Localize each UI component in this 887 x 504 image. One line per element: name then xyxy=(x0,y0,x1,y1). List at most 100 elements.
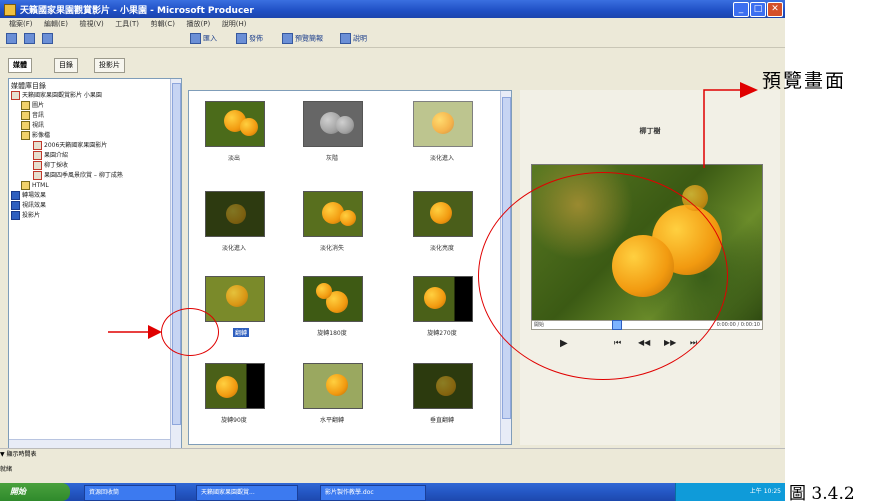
effect-tile[interactable]: 水平翻轉 xyxy=(299,363,365,424)
minimize-button[interactable]: _ xyxy=(733,2,749,17)
tree-item-clip[interactable]: 果園介紹 xyxy=(33,151,68,161)
effect-tile[interactable]: 淡化進入 xyxy=(409,101,475,162)
pane-tabs: 媒體 目錄 投影片 xyxy=(0,56,200,73)
effect-thumbnail xyxy=(413,191,473,237)
folder-icon xyxy=(21,181,30,190)
tree-item-clip[interactable]: 果園四季風景欣賞 – 柳丁成熟 xyxy=(33,171,123,181)
annotation-arrow-left xyxy=(108,325,162,339)
preview-annotation-label: 預覽畫面 xyxy=(762,70,847,92)
selection-annotation-circle xyxy=(161,308,219,356)
folder-icon xyxy=(21,121,30,130)
effect-thumbnail xyxy=(303,363,363,409)
effect-label: 旋轉180度 xyxy=(317,330,347,337)
maximize-button[interactable]: □ xyxy=(750,2,766,17)
tree-item-html[interactable]: HTML xyxy=(21,181,49,191)
effect-thumbnail xyxy=(205,276,265,322)
effect-thumbnail xyxy=(413,363,473,409)
menu-edit[interactable]: 編輯(E) xyxy=(44,18,68,30)
preview-icon xyxy=(282,33,293,44)
effect-label: 淡出 xyxy=(227,155,240,162)
menu-file[interactable]: 檔案(F) xyxy=(9,18,33,30)
save-icon xyxy=(42,33,53,44)
save-button[interactable] xyxy=(42,33,55,44)
open-button[interactable] xyxy=(24,33,37,44)
effect-tile[interactable]: 旋轉270度 xyxy=(409,276,475,337)
effect-tile[interactable]: 旋轉90度 xyxy=(201,363,267,424)
new-button[interactable] xyxy=(6,33,19,44)
tree-item-video[interactable]: 視訊 xyxy=(21,121,44,131)
project-icon xyxy=(11,91,20,100)
title-bar: 天籟國家果園觀賞影片 - 小果園 - Microsoft Producer _ … xyxy=(0,0,785,18)
effect-label-selected: 翻轉 xyxy=(232,328,249,337)
tree-item-clip[interactable]: 2006天籟國家果園影片 xyxy=(33,141,107,151)
tree-hscrollbar[interactable] xyxy=(9,439,170,448)
video-effects-icon xyxy=(11,201,20,210)
import-button[interactable]: 匯入 xyxy=(190,33,217,44)
menu-view[interactable]: 檢視(V) xyxy=(79,18,103,30)
menu-clip[interactable]: 剪輯(C) xyxy=(151,18,175,30)
effect-tile[interactable]: 淡化消失 xyxy=(299,191,365,252)
tab-slides[interactable]: 投影片 xyxy=(94,58,125,73)
menu-bar: 檔案(F) 編輯(E) 檢視(V) 工具(T) 剪輯(C) 播放(P) 說明(H… xyxy=(0,18,785,30)
app-icon xyxy=(4,4,16,16)
tree-item-video-effects[interactable]: 視訊效果 xyxy=(11,201,46,211)
clip-icon xyxy=(33,151,42,160)
import-icon xyxy=(190,33,201,44)
effect-tile[interactable]: 淡化進入 xyxy=(201,191,267,252)
media-tree: 媒體庫目錄 天籟國家果園觀賞影片 小果園 圖片 音訊 視訊 影像檔 2006天籟… xyxy=(8,78,182,449)
taskbar-item[interactable]: 天籟國家果園觀賞... xyxy=(196,485,298,501)
scroll-thumb[interactable] xyxy=(172,83,181,425)
effect-tile[interactable]: 淡出 xyxy=(201,101,267,162)
start-button[interactable]: 開始 xyxy=(0,483,70,501)
producer-window: 天籟國家果園觀賞影片 - 小果園 - Microsoft Producer _ … xyxy=(0,0,785,501)
effect-thumbnail xyxy=(205,191,265,237)
effect-label: 旋轉90度 xyxy=(221,417,247,424)
help-button[interactable]: 說明 xyxy=(340,33,367,44)
tab-contents[interactable]: 目錄 xyxy=(54,58,78,73)
tree-item-movies[interactable]: 影像檔 xyxy=(21,131,50,141)
close-button[interactable]: ✕ xyxy=(767,2,783,17)
effect-tile[interactable]: 垂直翻轉 xyxy=(409,363,475,424)
tree-item-project[interactable]: 天籟國家果園觀賞影片 小果園 xyxy=(11,91,102,101)
preview-presentation-button[interactable]: 預覽簡報 xyxy=(282,33,323,44)
tree-item-audio[interactable]: 音訊 xyxy=(21,111,44,121)
effect-label: 旋轉270度 xyxy=(427,330,457,337)
tree-item-slides[interactable]: 投影片 xyxy=(11,211,40,221)
open-icon xyxy=(24,33,35,44)
folder-icon xyxy=(21,101,30,110)
effect-thumbnail xyxy=(205,101,265,147)
publish-button[interactable]: 發佈 xyxy=(236,33,263,44)
timeline-toggle[interactable]: ▼ 顯示時間表 xyxy=(0,448,785,461)
tree-item-pictures[interactable]: 圖片 xyxy=(21,101,44,111)
effect-thumbnail xyxy=(413,101,473,147)
menu-play[interactable]: 播放(P) xyxy=(187,18,211,30)
taskbar: 開始 資源回收筒 天籟國家果園觀賞... 影片製作教學.doc 上午 10:25 xyxy=(0,483,785,501)
effect-label: 灰階 xyxy=(325,155,338,162)
effect-label: 淡化進入 xyxy=(429,155,454,162)
effect-thumbnail xyxy=(303,101,363,147)
taskbar-item[interactable]: 資源回收筒 xyxy=(84,485,176,501)
effects-gallery: 淡出 灰階 淡化進入 淡化進入 淡化消失 淡化亮度 翻轉 旋轉180度 旋轉27… xyxy=(188,90,512,445)
tree-item-clip[interactable]: 柳丁採收 xyxy=(33,161,68,171)
tree-scrollbar[interactable] xyxy=(170,79,181,448)
preview-annotation-circle xyxy=(478,172,728,380)
tree-item-transitions[interactable]: 轉場效果 xyxy=(11,191,46,201)
taskbar-item[interactable]: 影片製作教學.doc xyxy=(320,485,426,501)
new-icon xyxy=(6,33,17,44)
effect-tile[interactable]: 淡化亮度 xyxy=(409,191,475,252)
slides-icon xyxy=(11,211,20,220)
toolbar: 匯入 發佈 預覽簡報 說明 xyxy=(0,30,785,48)
effect-thumbnail xyxy=(303,276,363,322)
figure-caption: 圖 3.4.2 xyxy=(789,484,855,504)
effect-thumbnail xyxy=(205,363,265,409)
system-tray-clock: 上午 10:25 xyxy=(675,483,785,501)
effect-thumbnail xyxy=(303,191,363,237)
transitions-icon xyxy=(11,191,20,200)
tab-media[interactable]: 媒體 xyxy=(8,58,32,73)
effect-tile[interactable]: 旋轉180度 xyxy=(299,276,365,337)
effect-tile[interactable]: 灰階 xyxy=(299,101,365,162)
effect-thumbnail xyxy=(413,276,473,322)
menu-tools[interactable]: 工具(T) xyxy=(115,18,139,30)
folder-icon xyxy=(21,131,30,140)
menu-help[interactable]: 說明(H) xyxy=(222,18,247,30)
